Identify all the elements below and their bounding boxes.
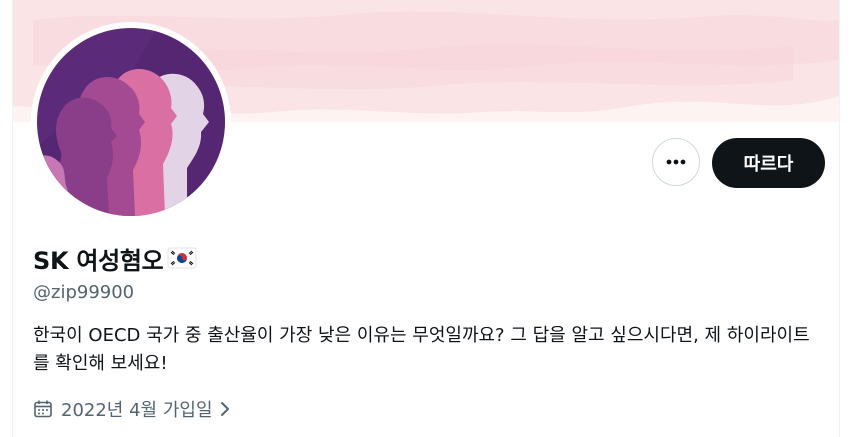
name-row: SK 여성혐오 bbox=[33, 238, 197, 278]
follow-button[interactable]: 따르다 bbox=[712, 138, 825, 188]
more-options-button[interactable] bbox=[652, 138, 700, 186]
profile-bio: 한국이 OECD 국가 중 출산율이 가장 낮은 이유는 무엇일까요? 그 답을… bbox=[33, 325, 810, 374]
divider-right bbox=[839, 0, 840, 437]
profile-header: 따르다 SK 여성혐오 @zip99900 한국이 OECD 국가 중 출산율이… bbox=[0, 0, 850, 437]
display-name: SK 여성혐오 bbox=[33, 246, 164, 275]
joined-date[interactable]: 2022년 4월 가입일 bbox=[33, 394, 231, 424]
south-korea-flag-icon bbox=[167, 246, 197, 270]
joined-date-label: 2022년 4월 가입일 bbox=[61, 400, 213, 421]
more-horizontal-icon bbox=[666, 159, 686, 165]
chevron-right-icon bbox=[219, 400, 231, 418]
calendar-icon bbox=[33, 399, 53, 419]
profile-handle: @zip99900 bbox=[33, 282, 135, 303]
avatar[interactable] bbox=[37, 28, 225, 216]
